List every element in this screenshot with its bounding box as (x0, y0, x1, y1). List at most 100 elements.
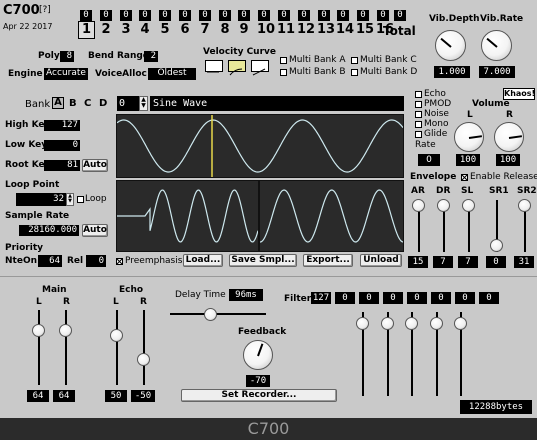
channel-button-13[interactable]: 13 (317, 22, 335, 38)
channel-button-15[interactable]: 15 (356, 22, 374, 38)
glide-rate-value[interactable]: 0 (418, 154, 440, 166)
channel-button-4[interactable]: 4 (138, 22, 152, 38)
envelope-sr2-value[interactable]: 31 (514, 256, 534, 268)
program-name-field[interactable]: Sine Wave (150, 96, 404, 111)
filter-coef-4-value[interactable]: 0 (383, 292, 403, 304)
bend-range-value[interactable]: 2 (144, 51, 158, 62)
volume-l-knob[interactable] (454, 122, 484, 152)
multi-bank-a-checkbox[interactable] (280, 57, 287, 64)
channel-button-10[interactable]: 10 (257, 22, 275, 38)
filter-slider-1[interactable] (356, 317, 369, 330)
program-number[interactable]: 0 (117, 96, 139, 111)
loop-checkbox[interactable] (77, 196, 84, 203)
filter-coef-6-value[interactable]: 0 (431, 292, 451, 304)
filter-slider-3[interactable] (405, 317, 418, 330)
root-key-auto-button[interactable]: Auto (82, 159, 108, 172)
echo-r-value[interactable]: -50 (131, 390, 155, 402)
delay-time-value[interactable]: 96ms (229, 289, 263, 301)
root-key-value[interactable]: 81 (44, 160, 80, 171)
bank-a-button[interactable]: A (52, 97, 64, 109)
load-button[interactable]: Load... (183, 254, 223, 267)
loop-point-value[interactable]: 32 (16, 193, 66, 206)
preemphasis-checkbox[interactable] (116, 258, 123, 265)
channel-button-6[interactable]: 6 (178, 22, 192, 38)
sample-rate-value[interactable]: 28160.000 (19, 225, 79, 236)
release-priority-value[interactable]: 0 (86, 255, 106, 267)
filter-coef-5-value[interactable]: 0 (407, 292, 427, 304)
velocity-curve-soft-button[interactable] (228, 60, 246, 76)
envelope-sl-value[interactable]: 7 (458, 256, 478, 268)
poly-value[interactable]: 8 (60, 51, 74, 62)
channel-button-1[interactable]: 1 (78, 21, 95, 39)
main-l-slider[interactable] (32, 324, 45, 337)
channel-button-9[interactable]: 9 (237, 22, 251, 38)
volume-l-value[interactable]: 100 (456, 154, 480, 166)
filter-coef-2-value[interactable]: 0 (335, 292, 355, 304)
engine-select[interactable]: Accurate (44, 68, 88, 80)
channel-button-3[interactable]: 3 (119, 22, 133, 38)
volume-r-knob[interactable] (494, 122, 524, 152)
sample-rate-auto-button[interactable]: Auto (82, 224, 108, 237)
velocity-curve-flat-button[interactable] (205, 60, 223, 73)
save-sample-button[interactable]: Save Smpl... (229, 254, 297, 267)
main-r-slider[interactable] (59, 324, 72, 337)
voice-alloc-select[interactable]: Oldest (148, 68, 196, 80)
set-recorder-button[interactable]: Set Recorder... (181, 389, 337, 402)
channel-button-14[interactable]: 14 (336, 22, 354, 38)
filter-coef-7-value[interactable]: 0 (455, 292, 475, 304)
pmod-checkbox[interactable] (415, 101, 422, 108)
channel-button-11[interactable]: 11 (277, 22, 295, 38)
loop-point-stepper[interactable]: ▲ ▼ (66, 193, 74, 206)
vib-depth-knob[interactable] (435, 30, 466, 61)
low-key-value[interactable]: 0 (44, 140, 80, 151)
envelope-sr1-slider[interactable] (490, 239, 503, 252)
export-button[interactable]: Export... (303, 254, 353, 267)
vib-rate-value[interactable]: 7.000 (479, 66, 515, 78)
filter-slider-4[interactable] (430, 317, 443, 330)
vib-depth-value[interactable]: 1.000 (434, 66, 470, 78)
high-key-value[interactable]: 127 (44, 120, 80, 131)
filter-coef-3-value[interactable]: 0 (359, 292, 379, 304)
vib-rate-knob[interactable] (481, 30, 512, 61)
mono-checkbox[interactable] (415, 121, 422, 128)
help-button[interactable]: [?] (39, 5, 51, 16)
main-l-value[interactable]: 64 (27, 390, 49, 402)
bank-d-button[interactable]: D (99, 98, 107, 109)
enable-release-checkbox[interactable] (461, 174, 468, 181)
envelope-sr2-slider[interactable] (518, 199, 531, 212)
echo-r-slider[interactable] (137, 353, 150, 366)
multi-bank-c-checkbox[interactable] (351, 57, 358, 64)
feedback-knob[interactable] (243, 340, 273, 370)
glide-checkbox[interactable] (415, 131, 422, 138)
channel-button-16[interactable]: 16 (376, 22, 394, 38)
channel-button-12[interactable]: 12 (297, 22, 315, 38)
filter-slider-2[interactable] (381, 317, 394, 330)
unload-button[interactable]: Unload (360, 254, 402, 267)
filter-slider-5[interactable] (454, 317, 467, 330)
bank-c-button[interactable]: C (84, 98, 91, 109)
envelope-sr1-value[interactable]: 0 (486, 256, 506, 268)
echo-l-value[interactable]: 50 (105, 390, 127, 402)
feedback-value[interactable]: -70 (246, 375, 270, 387)
velocity-curve-linear-button[interactable] (251, 60, 269, 76)
channel-button-8[interactable]: 8 (218, 22, 232, 38)
channel-button-5[interactable]: 5 (158, 22, 172, 38)
main-r-value[interactable]: 64 (53, 390, 75, 402)
bank-b-button[interactable]: B (69, 98, 77, 109)
channel-button-2[interactable]: 2 (99, 22, 113, 38)
envelope-sl-slider[interactable] (462, 199, 475, 212)
note-on-priority-value[interactable]: 64 (38, 255, 62, 267)
filter-coef-1-value[interactable]: 127 (311, 292, 331, 304)
multi-bank-b-checkbox[interactable] (280, 69, 287, 76)
echo-checkbox[interactable] (415, 91, 422, 98)
multi-bank-d-checkbox[interactable] (351, 69, 358, 76)
program-stepper[interactable]: ▲ ▼ (139, 96, 148, 111)
envelope-ar-slider[interactable] (412, 199, 425, 212)
channel-button-7[interactable]: 7 (198, 22, 212, 38)
echo-l-slider[interactable] (110, 329, 123, 342)
delay-time-slider[interactable] (204, 308, 217, 321)
noise-checkbox[interactable] (415, 111, 422, 118)
volume-r-value[interactable]: 100 (496, 154, 520, 166)
envelope-ar-value[interactable]: 15 (408, 256, 428, 268)
filter-coef-8-value[interactable]: 0 (479, 292, 499, 304)
